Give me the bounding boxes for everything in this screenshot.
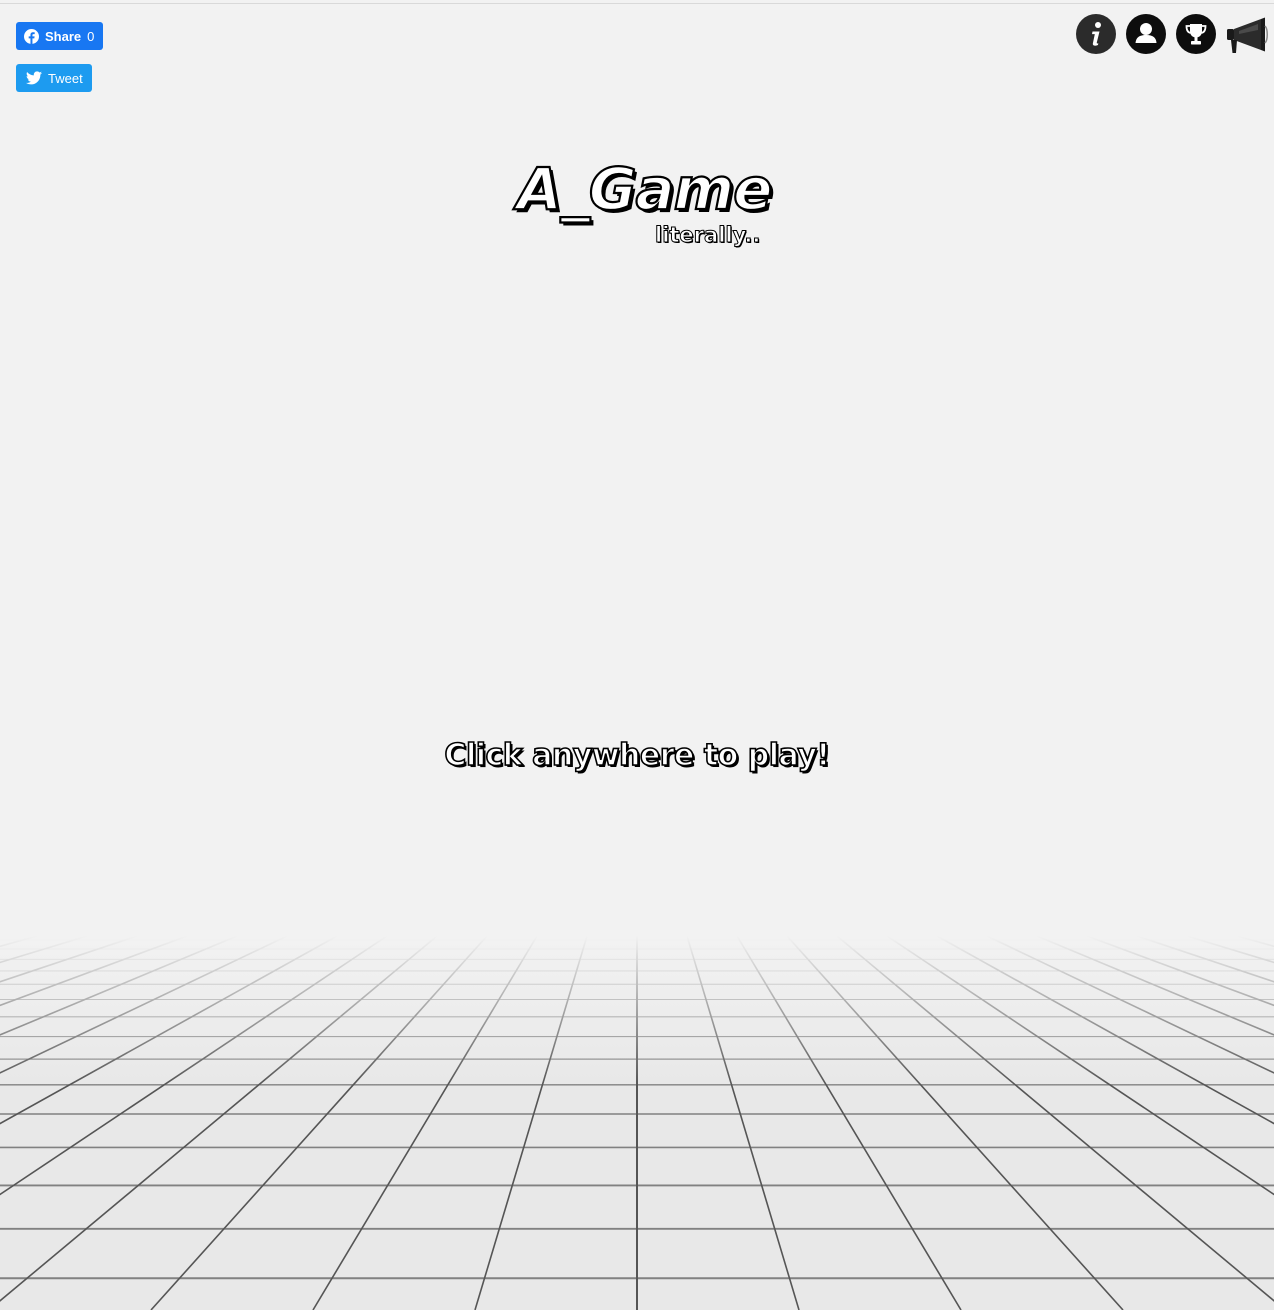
- facebook-share-count: 0: [87, 28, 95, 44]
- user-icon: [1135, 23, 1157, 43]
- logo-subtitle: literally..: [654, 223, 761, 248]
- perspective-floor-grid: [0, 936, 1274, 1310]
- info-icon: [1092, 22, 1101, 46]
- megaphone-icon: [1227, 17, 1268, 53]
- logo-title: A_Game: [516, 154, 774, 224]
- game-stage[interactable]: Share 0 Tweet A_Game literally.. Click a…: [0, 0, 1274, 1310]
- announcements-button[interactable]: [1225, 16, 1269, 56]
- trophy-icon: [1185, 24, 1207, 45]
- floor-horizon-fade: [0, 936, 1274, 1310]
- twitter-tweet-button[interactable]: Tweet: [16, 64, 92, 92]
- twitter-tweet-label: Tweet: [48, 70, 83, 86]
- twitter-bird-icon: [26, 71, 42, 85]
- info-button[interactable]: [1076, 14, 1116, 54]
- facebook-share-label: Share: [45, 28, 82, 44]
- top-divider: [0, 3, 1274, 4]
- profile-button[interactable]: [1126, 14, 1166, 54]
- facebook-share-button[interactable]: Share 0: [16, 22, 103, 50]
- leaderboard-button[interactable]: [1176, 14, 1216, 54]
- facebook-icon: [24, 28, 39, 44]
- game-logo: A_Game literally..: [505, 154, 774, 255]
- click-to-play-prompt: Click anywhere to play!: [444, 737, 831, 774]
